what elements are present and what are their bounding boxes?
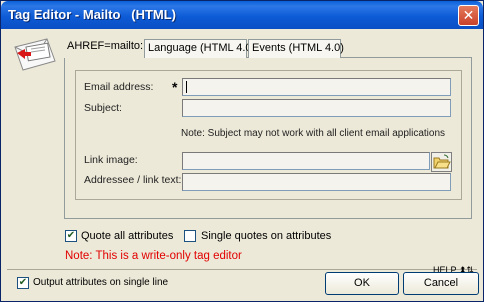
single-quotes-label: Single quotes on attributes — [201, 230, 332, 242]
link-image-field[interactable] — [182, 152, 430, 170]
quote-all-checkbox[interactable]: ✔ — [65, 230, 77, 242]
subject-label: Subject: — [84, 102, 122, 114]
folder-open-icon — [433, 154, 451, 169]
write-only-warning: Note: This is a write-only tag editor — [65, 250, 242, 262]
link-image-label: Link image: — [84, 154, 138, 166]
output-single-line-checkbox[interactable]: ✔ — [17, 277, 29, 289]
tab-events[interactable]: Events (HTML 4.0) — [248, 39, 344, 58]
title-bar[interactable]: Tag Editor - Mailto (HTML) ✕ — [1, 1, 483, 29]
close-button[interactable]: ✕ — [458, 5, 479, 26]
tag-editor-window: Tag Editor - Mailto (HTML) ✕ AHREF=mailt… — [0, 0, 484, 302]
required-marker: * — [172, 79, 178, 95]
browse-button[interactable] — [431, 152, 452, 172]
tab-ahref-mailto[interactable]: AHREF=mailto: — [64, 38, 144, 58]
addressee-field[interactable] — [182, 173, 451, 191]
email-label: Email address: — [84, 81, 154, 93]
tab-language[interactable]: Language (HTML 4.0) — [144, 39, 255, 58]
single-quotes-checkbox[interactable] — [184, 230, 196, 242]
email-field[interactable] — [182, 78, 451, 96]
mailto-envelope-icon — [14, 38, 56, 71]
output-single-line-label: Output attributes on single line — [33, 277, 169, 288]
quote-all-label: Quote all attributes — [81, 230, 174, 242]
window-title: Tag Editor - Mailto (HTML) — [8, 7, 177, 22]
footer-divider — [7, 269, 477, 270]
text-cursor — [186, 81, 187, 93]
cancel-button[interactable]: Cancel — [403, 272, 479, 295]
subject-note: Note: Subject may not work with all clie… — [181, 128, 446, 139]
ok-button[interactable]: OK — [325, 272, 399, 295]
addressee-label: Addressee / link text: — [84, 174, 182, 186]
subject-field[interactable] — [182, 99, 451, 117]
